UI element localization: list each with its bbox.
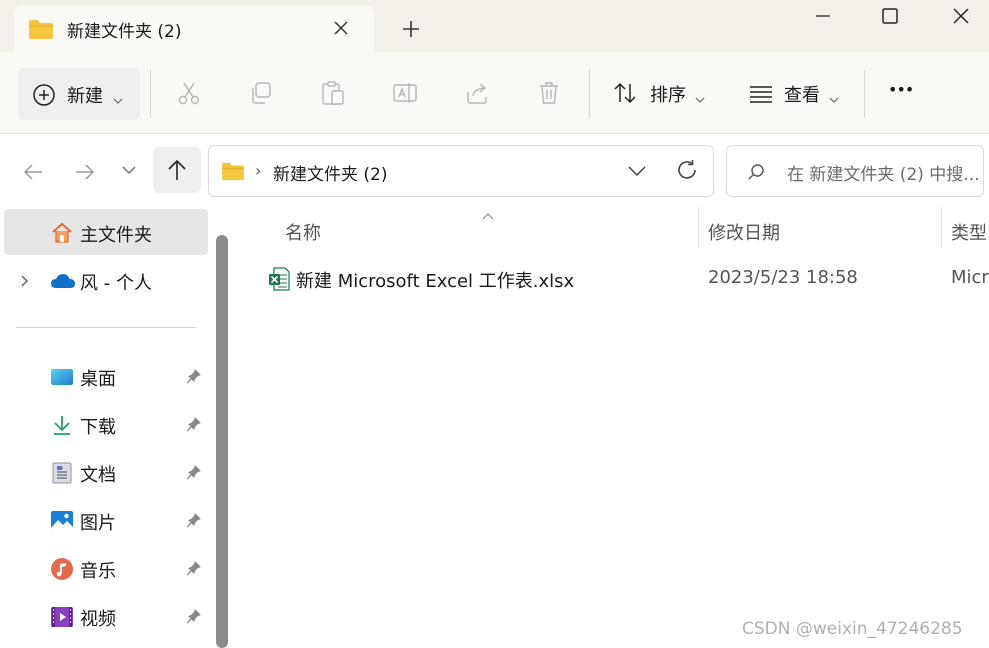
sidebar-scrollbar[interactable] <box>216 235 228 648</box>
folder-icon <box>221 161 245 185</box>
toolbar-divider <box>589 70 590 118</box>
address-history-chevron-icon[interactable] <box>627 163 647 182</box>
sidebar-item-desktop[interactable]: 桌面 <box>4 353 208 399</box>
sidebar-item-home[interactable]: 主文件夹 <box>4 209 208 255</box>
column-header-modified[interactable]: 修改日期 <box>708 219 780 245</box>
share-icon[interactable] <box>464 80 490 106</box>
sidebar-item-label: 主文件夹 <box>80 225 152 246</box>
chevron-down-icon <box>694 89 706 108</box>
sort-ascending-caret-icon <box>481 207 495 226</box>
toolbar-divider <box>864 70 865 118</box>
command-bar: 新建 排序 查看 ••• <box>0 52 989 134</box>
sidebar-item-label: 下载 <box>80 417 116 438</box>
file-row[interactable]: 新建 Microsoft Excel 工作表.xlsx 2023/5/23 18… <box>258 257 989 299</box>
excel-file-icon <box>268 267 290 295</box>
sort-icon <box>612 80 638 106</box>
search-icon <box>747 163 765 185</box>
up-button[interactable] <box>153 147 201 193</box>
address-bar[interactable]: › 新建文件夹 (2) <box>208 145 714 197</box>
pin-icon[interactable] <box>186 560 202 580</box>
pin-icon[interactable] <box>186 608 202 628</box>
search-field[interactable]: 在 新建文件夹 (2) 中搜... <box>726 145 984 197</box>
home-icon <box>50 221 74 245</box>
rename-icon[interactable] <box>392 80 418 106</box>
sidebar-divider <box>16 327 197 328</box>
breadcrumb-current-folder[interactable]: 新建文件夹 (2) <box>273 160 387 185</box>
onedrive-cloud-icon <box>50 271 75 295</box>
column-divider[interactable] <box>941 207 942 247</box>
forward-arrow-icon[interactable] <box>72 159 98 185</box>
pin-icon[interactable] <box>186 368 202 388</box>
sidebar-item-label: 视频 <box>80 609 116 630</box>
navigation-row: › 新建文件夹 (2) 在 新建文件夹 (2) 中搜... <box>0 135 989 207</box>
close-window-icon[interactable] <box>938 0 984 32</box>
documents-icon <box>50 461 74 485</box>
sidebar-item-label: 桌面 <box>80 369 116 390</box>
pin-icon[interactable] <box>186 416 202 436</box>
new-button[interactable]: 新建 <box>18 68 140 120</box>
pictures-icon <box>50 509 74 533</box>
view-list-icon <box>748 80 774 106</box>
tab-title: 新建文件夹 (2) <box>67 22 182 42</box>
sort-button[interactable]: 排序 <box>606 68 716 120</box>
sort-label: 排序 <box>650 85 686 106</box>
sidebar-item-label: 文档 <box>80 465 116 486</box>
watermark-text: CSDN @weixin_47246285 <box>742 619 963 639</box>
cut-icon[interactable] <box>176 80 202 106</box>
pin-icon[interactable] <box>186 512 202 532</box>
file-type: Micr <box>951 267 989 288</box>
column-header-name[interactable]: 名称 <box>285 219 321 245</box>
sidebar-item-pictures[interactable]: 图片 <box>4 497 208 543</box>
delete-icon[interactable] <box>536 80 562 106</box>
folder-icon <box>28 18 54 44</box>
title-bar: 新建文件夹 (2) <box>0 0 989 52</box>
sidebar-item-videos[interactable]: 视频 <box>4 593 208 639</box>
sidebar-item-label: 音乐 <box>80 561 116 582</box>
file-name: 新建 Microsoft Excel 工作表.xlsx <box>296 271 575 292</box>
copy-icon[interactable] <box>248 80 274 106</box>
music-icon <box>50 557 74 581</box>
folder-tab[interactable]: 新建文件夹 (2) <box>14 6 374 52</box>
search-placeholder: 在 新建文件夹 (2) 中搜... <box>787 165 980 185</box>
more-options-button[interactable]: ••• <box>888 80 914 99</box>
view-button[interactable]: 查看 <box>742 68 850 120</box>
chevron-right-icon[interactable] <box>18 273 30 292</box>
chevron-down-icon <box>828 89 840 108</box>
column-divider[interactable] <box>698 207 699 247</box>
file-modified-date: 2023/5/23 18:58 <box>708 267 858 288</box>
new-button-label: 新建 <box>67 86 103 107</box>
chevron-down-icon <box>112 90 124 109</box>
sidebar-item-label: 图片 <box>80 513 116 534</box>
new-tab-icon[interactable] <box>400 18 422 40</box>
videos-icon <box>50 605 74 629</box>
navigation-pane: 主文件夹 风 - 个人 桌面 下载 文档 图片 音乐 视频 <box>0 207 230 648</box>
paste-icon[interactable] <box>320 80 346 106</box>
recent-locations-chevron-icon[interactable] <box>120 162 146 188</box>
file-list: 名称 修改日期 类型 新建 Microsoft Excel 工作表.xlsx 2… <box>236 207 989 648</box>
toolbar-divider <box>150 70 151 118</box>
sidebar-item-documents[interactable]: 文档 <box>4 449 208 495</box>
minimize-icon[interactable] <box>800 0 846 32</box>
desktop-icon <box>50 365 74 389</box>
up-arrow-icon <box>164 157 190 187</box>
breadcrumb-separator: › <box>255 161 262 180</box>
maximize-icon[interactable] <box>867 0 913 32</box>
pin-icon[interactable] <box>186 464 202 484</box>
download-icon <box>50 413 74 437</box>
sidebar-item-music[interactable]: 音乐 <box>4 545 208 591</box>
refresh-icon[interactable] <box>675 158 699 186</box>
add-circle-icon <box>32 83 56 111</box>
back-arrow-icon[interactable] <box>20 159 46 185</box>
sidebar-item-onedrive[interactable]: 风 - 个人 <box>4 257 208 303</box>
column-header-type[interactable]: 类型 <box>951 219 987 245</box>
view-label: 查看 <box>784 85 820 106</box>
close-tab-icon[interactable] <box>331 18 351 38</box>
sidebar-item-label: 风 - 个人 <box>80 273 152 294</box>
sidebar-item-downloads[interactable]: 下载 <box>4 401 208 447</box>
